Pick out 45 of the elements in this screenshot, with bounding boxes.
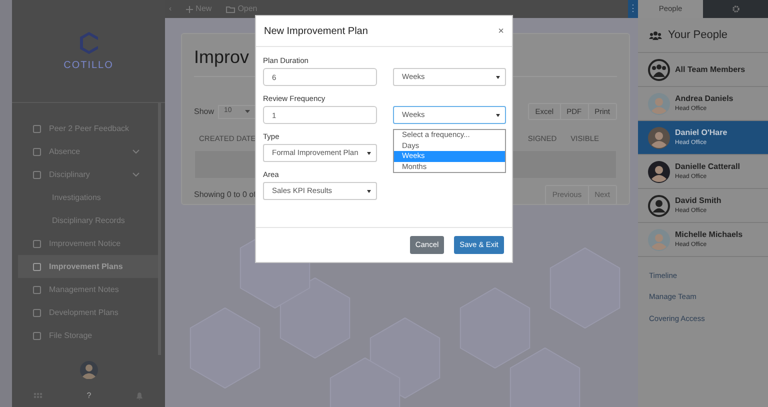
user-icon [648, 194, 670, 216]
avatar-icon [648, 92, 670, 114]
users-icon [649, 30, 662, 40]
person-name: David Smith [675, 195, 722, 207]
logo-icon [78, 30, 100, 56]
square-icon [33, 170, 41, 178]
person-name: Andrea Daniels [675, 93, 734, 105]
caret-icon [496, 114, 500, 116]
close-button[interactable]: × [498, 24, 504, 38]
square-icon [33, 148, 41, 156]
person-name: Danielle Catterall [675, 161, 740, 173]
help-icon[interactable]: ? [86, 390, 92, 402]
folder-icon [226, 6, 235, 12]
panel-heading: Your People [668, 28, 728, 43]
avatar-icon [80, 361, 98, 379]
avatar-icon [648, 126, 670, 148]
group-icon [648, 58, 670, 80]
square-icon [33, 286, 41, 294]
person-name: All Team Members [675, 64, 746, 76]
square-icon [33, 240, 41, 248]
square-icon [33, 308, 41, 316]
square-icon [33, 124, 41, 132]
hexagon [510, 347, 580, 407]
logo-text: COTILLO [64, 58, 114, 72]
person-name: Michelle Michaels [675, 229, 743, 241]
avatar-icon [648, 228, 670, 250]
dialog-title: New Improvement Plan [264, 24, 368, 38]
person-name: Daniel O'Hare [675, 127, 728, 139]
grid-icon [34, 392, 42, 400]
caret-icon [245, 110, 250, 114]
caret-icon [367, 190, 371, 192]
menu-item[interactable]: Improvement Plans [18, 255, 158, 278]
show-label: Show [194, 106, 214, 118]
gear-icon [732, 5, 740, 14]
avatar-icon [648, 160, 670, 182]
person-row[interactable]: All Team Members [638, 52, 768, 86]
collapse-button[interactable]: ‹ [165, 3, 176, 15]
plus-icon [186, 6, 193, 12]
more-button[interactable]: ⋮ [628, 0, 638, 18]
bell-icon [136, 392, 143, 400]
settings-tab[interactable] [703, 0, 768, 18]
caret-icon [496, 76, 500, 78]
square-icon [33, 332, 41, 340]
square-icon [33, 262, 41, 270]
caret-icon [367, 152, 371, 154]
